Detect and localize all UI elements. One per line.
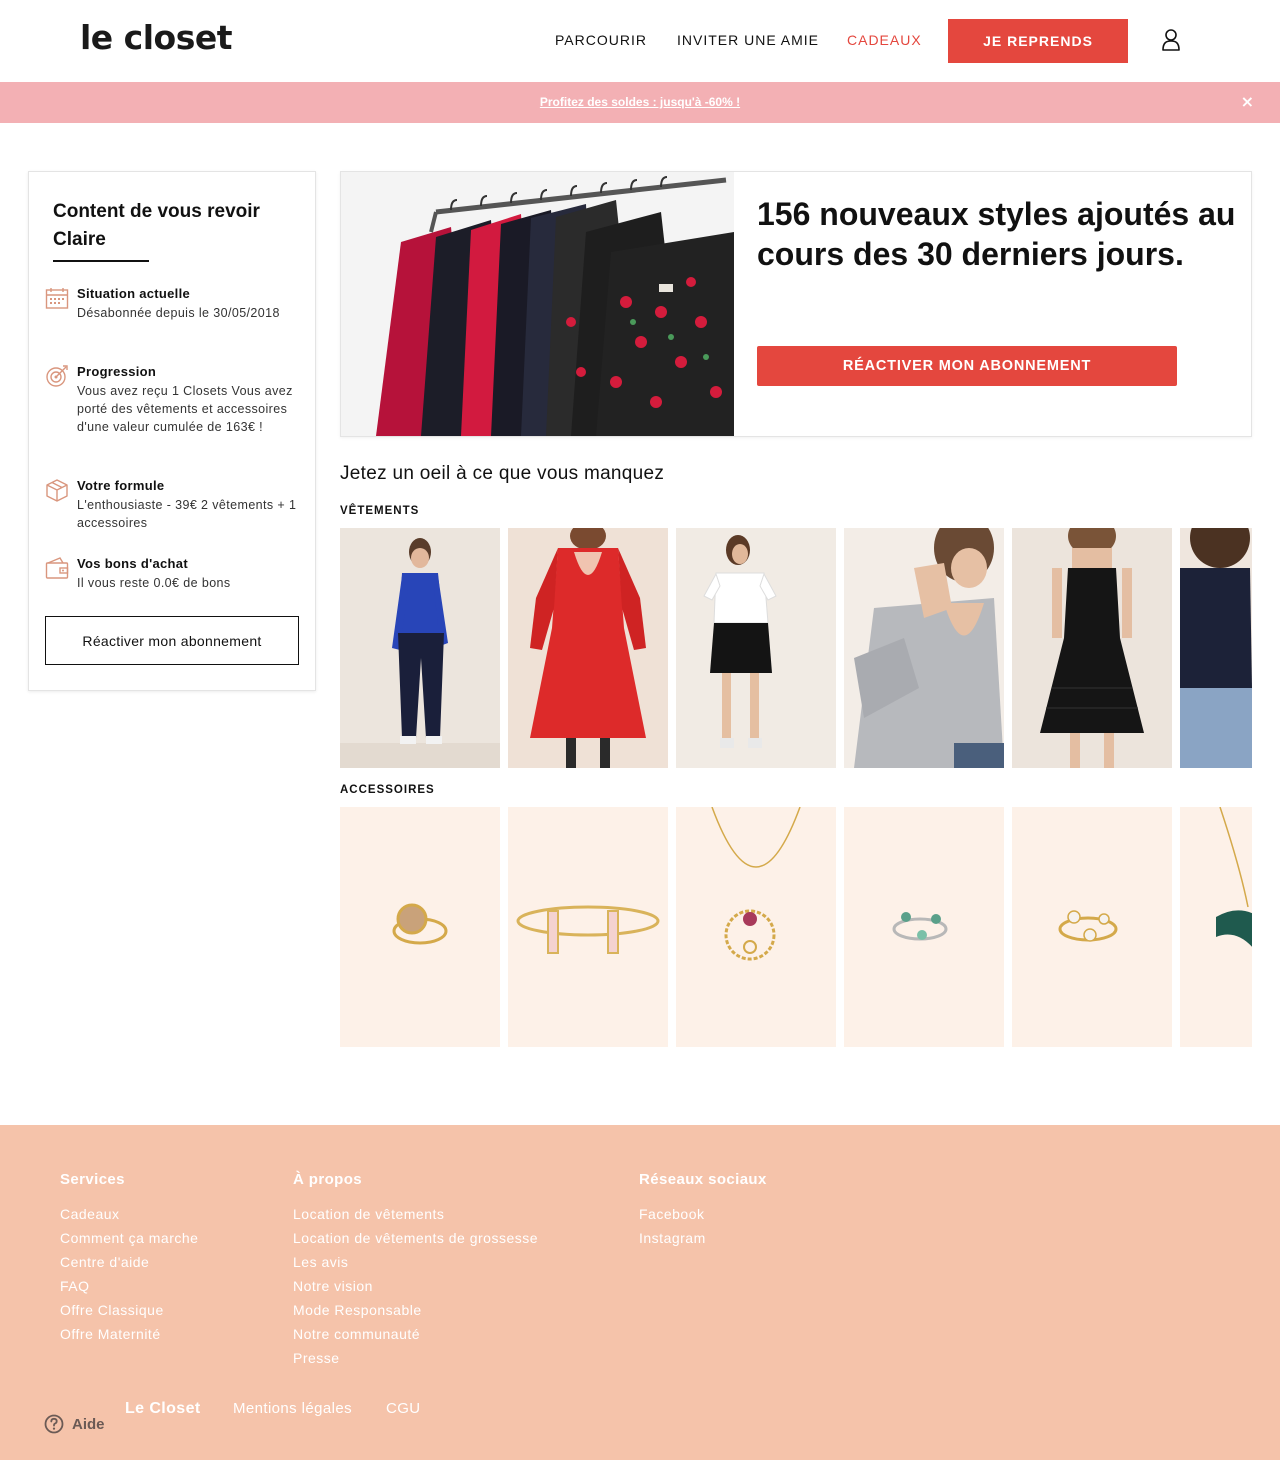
footer-about-heading: À propos — [293, 1171, 363, 1188]
plan-title: Votre formule — [77, 478, 165, 493]
progress-text: Vous avez reçu 1 Closets Vous avez porté… — [77, 384, 293, 434]
footer-services-heading: Services — [60, 1171, 125, 1188]
logo[interactable]: le closet — [80, 18, 233, 57]
divider — [53, 260, 149, 262]
clothing-rack-image — [341, 172, 734, 436]
promo-link[interactable]: Profitez des soldes : jusqu'à -60% ! — [0, 95, 1280, 109]
footer-link-cgu[interactable]: CGU — [386, 1400, 421, 1417]
missing-section-title: Jetez un oeil à ce que vous manquez — [340, 463, 665, 484]
vouchers-title: Vos bons d'achat — [77, 556, 188, 571]
product-tile[interactable] — [508, 528, 668, 768]
gold-opal-ring-image — [1012, 807, 1172, 1047]
gold-moon-ring-image — [340, 807, 500, 1047]
product-tile[interactable] — [508, 807, 668, 1047]
nav-parcourir[interactable]: PARCOURIR — [555, 32, 647, 48]
grey-cardigan-image — [844, 528, 1004, 768]
plan-block: Votre formule L'enthousiaste - 39€ 2 vêt… — [45, 478, 305, 534]
tassel-necklace-image — [1180, 807, 1252, 1047]
accessories-label: ACCESSOIRES — [340, 784, 435, 796]
target-icon — [46, 365, 68, 387]
hero-title: 156 nouveaux styles ajoutés au cours des… — [757, 196, 1236, 272]
black-lace-dress-image — [1012, 528, 1172, 768]
footer-social-heading: Réseaux sociaux — [639, 1171, 767, 1188]
footer-social: Réseaux sociaux Facebook Instagram — [639, 1171, 767, 1250]
footer-link-instagram[interactable]: Instagram — [639, 1226, 767, 1250]
footer-link-mentions-legales[interactable]: Mentions légales — [233, 1400, 352, 1417]
footer-link-mode-responsable[interactable]: Mode Responsable — [293, 1298, 538, 1322]
wallet-icon — [45, 557, 69, 579]
clothes-row — [340, 528, 1252, 768]
navy-blouse-jeans-image — [1180, 528, 1252, 768]
hero-banner: 156 nouveaux styles ajoutés au cours des… — [340, 171, 1252, 437]
footer-link-cadeaux[interactable]: Cadeaux — [60, 1202, 198, 1226]
promo-banner: Profitez des soldes : jusqu'à -60% ! × — [0, 82, 1280, 123]
vouchers-block: Vos bons d'achat Il vous reste 0.0€ de b… — [45, 556, 305, 596]
product-tile[interactable] — [676, 807, 836, 1047]
footer-about: À propos Location de vêtements Location … — [293, 1171, 538, 1370]
product-tile[interactable] — [1012, 528, 1172, 768]
nav-cadeaux[interactable]: CADEAUX — [847, 32, 922, 48]
je-reprends-button[interactable]: JE REPRENDS — [948, 19, 1128, 63]
blue-top-navy-pants-image — [340, 528, 500, 768]
site-header: le closet PARCOURIR INVITER UNE AMIE CAD… — [0, 0, 1280, 82]
product-tile[interactable] — [340, 807, 500, 1047]
footer-link-location-vetements[interactable]: Location de vêtements — [293, 1202, 538, 1226]
help-label: Aide — [72, 1415, 105, 1433]
footer-link-comment-ca-marche[interactable]: Comment ça marche — [60, 1226, 198, 1250]
user-account-icon[interactable] — [1160, 28, 1182, 52]
accessories-row — [340, 807, 1252, 1047]
white-tee-black-skirt-image — [676, 528, 836, 768]
red-dress-image — [508, 528, 668, 768]
vouchers-text: Il vous reste 0.0€ de bons — [77, 576, 231, 590]
silver-stone-ring-image — [844, 807, 1004, 1047]
status-title: Situation actuelle — [77, 286, 191, 301]
footer-brand: Le Closet — [125, 1400, 201, 1417]
product-tile[interactable] — [844, 807, 1004, 1047]
product-tile[interactable] — [844, 528, 1004, 768]
hero-reactivate-button[interactable]: RÉACTIVER MON ABONNEMENT — [757, 346, 1177, 386]
close-icon[interactable]: × — [1241, 92, 1254, 111]
footer-link-offre-maternite[interactable]: Offre Maternité — [60, 1322, 198, 1346]
clothes-label: VÊTEMENTS — [340, 505, 420, 517]
footer-link-location-grossesse[interactable]: Location de vêtements de grossesse — [293, 1226, 538, 1250]
plan-text: L'enthousiaste - 39€ 2 vêtements + 1 acc… — [77, 498, 297, 530]
question-icon — [44, 1414, 64, 1434]
footer-link-facebook[interactable]: Facebook — [639, 1202, 767, 1226]
footer-link-centre-aide[interactable]: Centre d'aide — [60, 1250, 198, 1274]
status-block: Situation actuelle Désabonnée depuis le … — [45, 286, 305, 346]
footer-link-communaute[interactable]: Notre communauté — [293, 1322, 538, 1346]
reactivate-subscription-button[interactable]: Réactiver mon abonnement — [45, 616, 299, 665]
product-tile[interactable] — [1180, 528, 1252, 768]
status-text: Désabonnée depuis le 30/05/2018 — [77, 306, 280, 320]
product-tile[interactable] — [676, 528, 836, 768]
welcome-heading: Content de vous revoir Claire — [53, 201, 260, 250]
footer-link-vision[interactable]: Notre vision — [293, 1274, 538, 1298]
box-icon — [46, 479, 68, 502]
product-tile[interactable] — [1012, 807, 1172, 1047]
footer-services: Services Cadeaux Comment ça marche Centr… — [60, 1171, 198, 1346]
site-footer: Services Cadeaux Comment ça marche Centr… — [0, 1125, 1280, 1460]
gold-cuff-bracelet-image — [508, 807, 668, 1047]
footer-link-avis[interactable]: Les avis — [293, 1250, 538, 1274]
gold-pendant-necklace-image — [676, 807, 836, 1047]
footer-link-presse[interactable]: Presse — [293, 1346, 538, 1370]
account-summary-card: Content de vous revoir Claire Situation … — [28, 171, 316, 691]
product-tile[interactable] — [340, 528, 500, 768]
help-button[interactable]: Aide — [36, 1405, 119, 1443]
progress-block: Progression Vous avez reçu 1 Closets Vou… — [45, 364, 305, 454]
footer-link-faq[interactable]: FAQ — [60, 1274, 198, 1298]
footer-link-offre-classique[interactable]: Offre Classique — [60, 1298, 198, 1322]
product-tile[interactable] — [1180, 807, 1252, 1047]
calendar-icon — [45, 288, 69, 309]
nav-inviter-une-amie[interactable]: INVITER UNE AMIE — [677, 32, 819, 48]
progress-title: Progression — [77, 364, 157, 379]
